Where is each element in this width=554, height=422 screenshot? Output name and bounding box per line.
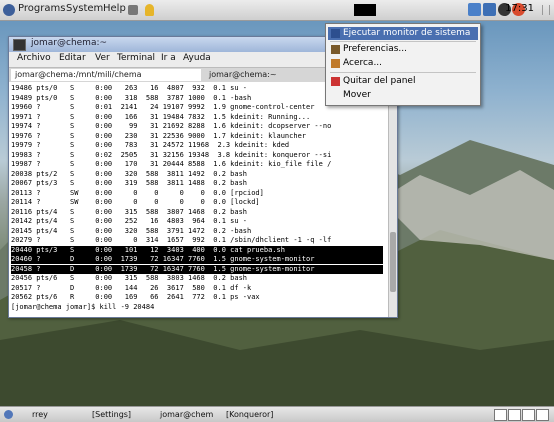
terminal-line: 20517 ? D 0:00 144 26 3617 580 0.1 df -k <box>11 283 252 292</box>
menu-archivo[interactable]: Archivo <box>17 53 51 63</box>
terminal-line: 19974 ? S 0:00 99 31 21692 8288 1.6 kdei… <box>11 122 332 130</box>
terminal-line: 20067 pts/3 S 0:00 319 588 3811 1488 0.2… <box>11 179 248 187</box>
terminal-line: 19971 ? S 0:00 166 31 19484 7832 1.5 kde… <box>11 112 311 121</box>
menu-system[interactable]: System <box>66 3 103 14</box>
terminal-line: 19486 pts/0 S 0:00 263 16 4807 932 0.1 s… <box>11 84 248 92</box>
workspace-1[interactable] <box>494 409 507 421</box>
panel-handle-icon <box>542 5 550 15</box>
menu-item-label: Preferencias... <box>343 44 407 54</box>
menu-separator <box>330 41 476 42</box>
terminal-line: [jomar@chema jomar]$ kill -9 20484 <box>11 302 155 311</box>
menu-separator <box>330 72 476 73</box>
terminal-line: 19489 pts/0 S 0:00 318 588 3787 1000 0.1… <box>11 93 252 102</box>
terminal-line: 19983 ? S 0:02 2505 31 32156 19348 3.8 k… <box>11 150 332 159</box>
preferences-icon <box>331 45 340 54</box>
bulb-icon[interactable] <box>145 4 154 16</box>
task-konqueror[interactable]: [Konqueror] <box>214 409 296 420</box>
system-monitor-icon <box>331 29 340 38</box>
menu-programs[interactable]: Programs <box>18 3 65 14</box>
menu-item[interactable]: Quitar del panel <box>328 75 478 88</box>
terminal-line: 20142 pts/4 S 0:00 252 16 4803 964 0.1 s… <box>11 217 248 225</box>
terminal-line: 20113 ? SW 0:00 0 0 0 0 0.0 [rpciod] <box>11 188 264 197</box>
terminal-line: 20440 pts/3 S 0:00 101 12 3403 400 0.0 c… <box>11 245 383 255</box>
foot-logo-icon[interactable] <box>3 4 15 16</box>
menu-ayuda[interactable]: Ayuda <box>183 53 211 63</box>
menu-ir-a[interactable]: Ir a <box>161 53 176 63</box>
terminal-title: jomar@chema:~ <box>31 38 108 48</box>
menu-item[interactable]: Mover <box>328 89 478 102</box>
menu-item-label: Acerca... <box>343 58 383 68</box>
remove-icon <box>331 77 340 86</box>
workspace-3[interactable] <box>522 409 535 421</box>
workspace-4[interactable] <box>536 409 549 421</box>
clock[interactable]: 17:31 <box>505 3 534 14</box>
task-terminal[interactable]: jomar@chem <box>148 409 222 420</box>
terminal-line: 19976 ? S 0:00 230 31 22536 9000 1.7 kde… <box>11 131 307 140</box>
tab-mnt-mili[interactable]: jomar@chema:/mnt/mili/chema <box>11 69 201 81</box>
menu-item[interactable]: Preferencias... <box>328 43 478 56</box>
terminal-line: 20116 pts/4 S 0:00 315 588 3807 1468 0.2… <box>11 207 248 216</box>
scrollbar-thumb[interactable] <box>390 232 396 292</box>
terminal-line: 19987 ? S 0:00 170 31 20444 8588 1.6 kde… <box>11 160 332 168</box>
task-settings[interactable]: [Settings] <box>80 409 156 420</box>
applet-context-menu: Ejecutar monitor de sistema detallado Pre… <box>325 23 481 106</box>
monitor-icon[interactable] <box>483 3 496 16</box>
menu-editar[interactable]: Editar <box>59 53 86 63</box>
menu-item-label: Quitar del panel <box>343 76 416 86</box>
terminal-output[interactable]: 19486 pts/0 S 0:00 263 16 4807 932 0.1 s… <box>9 82 389 317</box>
menu-item[interactable]: Acerca... <box>328 57 478 70</box>
terminal-line: 20145 pts/4 S 0:00 320 588 3791 1472 0.2… <box>11 226 252 235</box>
terminal-line: 20562 pts/6 R 0:00 169 66 2641 772 0.1 p… <box>11 293 260 301</box>
network-icon[interactable] <box>468 3 481 16</box>
terminal-scrollbar[interactable] <box>388 82 397 317</box>
terminal-line: 20279 ? S 0:00 0 314 1657 992 0.1 /sbin/… <box>11 236 332 244</box>
terminal-line: 20038 pts/2 S 0:00 320 588 3811 1492 0.2… <box>11 169 248 178</box>
terminal-line: 19960 ? S 0:01 2141 24 19107 9992 1.9 gn… <box>11 103 315 111</box>
menu-ver[interactable]: Ver <box>95 53 110 63</box>
workspace-2[interactable] <box>508 409 521 421</box>
about-icon <box>331 59 340 68</box>
terminal-icon <box>13 39 26 51</box>
menu-item-label: Mover <box>343 90 371 100</box>
bottom-panel: rrey [Settings] jomar@chem [Konqueror] <box>0 406 554 422</box>
show-desktop-icon[interactable] <box>4 410 13 419</box>
top-panel: Programs System Help 17:31 <box>0 0 554 21</box>
terminal-line: 20460 ? D 0:00 1739 72 16347 7760 1.5 gn… <box>11 255 383 264</box>
terminal-line: 20456 pts/6 S 0:00 315 588 3803 1468 0.2… <box>11 274 248 282</box>
system-monitor-applet[interactable] <box>354 4 376 16</box>
terminal-line: 19979 ? S 0:00 783 31 24572 11968 2.3 kd… <box>11 141 290 149</box>
terminal-line: 20458 ? D 0:00 1739 72 16347 7760 1.5 gn… <box>11 264 383 274</box>
menu-item[interactable]: Ejecutar monitor de sistema detallado <box>328 27 478 51</box>
menu-terminal[interactable]: Terminal <box>117 53 155 63</box>
terminal-line: 20114 ? SW 0:00 0 0 0 0 0.0 [lockd] <box>11 198 260 206</box>
menu-help[interactable]: Help <box>103 3 126 14</box>
volume-icon[interactable] <box>128 5 138 15</box>
